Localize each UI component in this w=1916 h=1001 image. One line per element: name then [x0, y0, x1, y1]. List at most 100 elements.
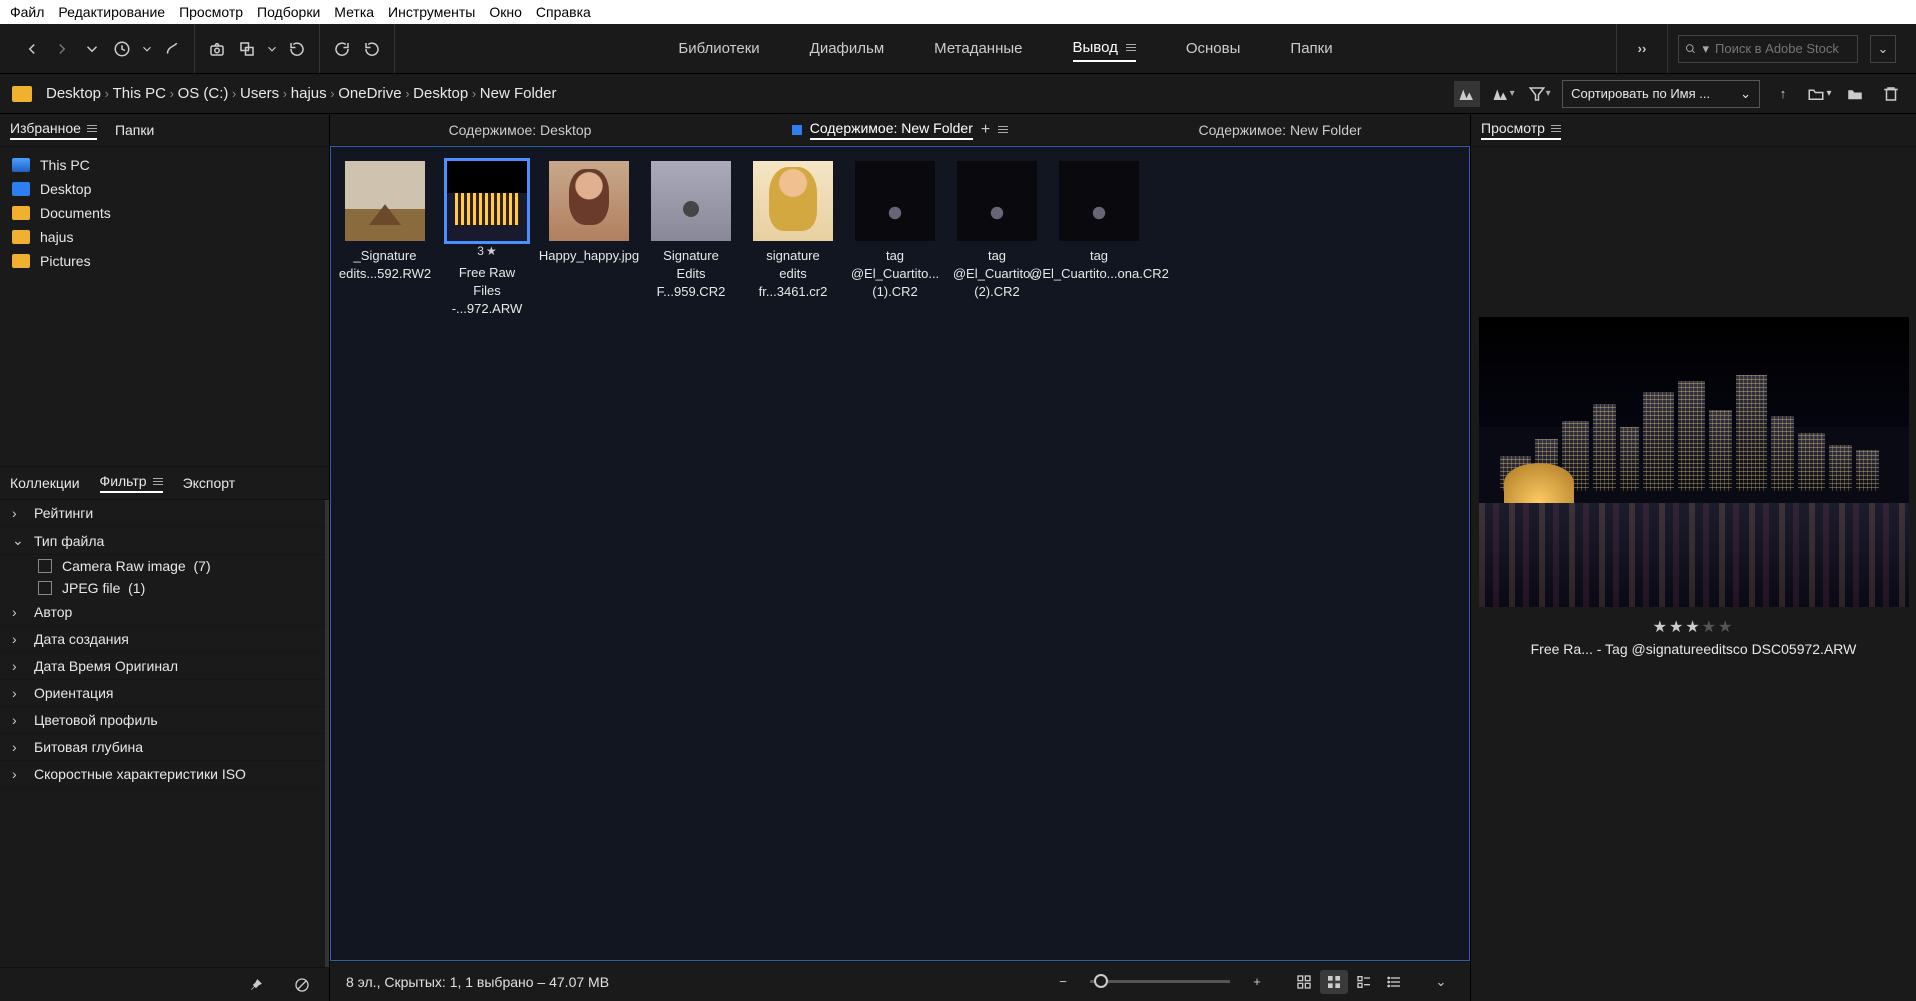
search-box[interactable]: ▾: [1678, 35, 1858, 63]
favorite-item[interactable]: Pictures: [0, 249, 329, 273]
tab-essentials[interactable]: Основы: [1186, 36, 1241, 61]
thumbnail-item[interactable]: tag @El_Cuartito... (2).CR2: [957, 161, 1037, 319]
filter-bit-depth[interactable]: ›Битовая глубина: [0, 734, 325, 761]
breadcrumb-item[interactable]: Desktop: [413, 85, 468, 102]
chevron-down-icon[interactable]: ⌄: [1428, 969, 1454, 995]
histogram-icon[interactable]: [1454, 81, 1480, 107]
menu-item[interactable]: Подборки: [257, 4, 320, 20]
thumbnail-image[interactable]: [447, 161, 527, 241]
filter-author[interactable]: ›Автор: [0, 599, 325, 626]
breadcrumb-item[interactable]: hajus: [291, 85, 327, 102]
tab-preview[interactable]: Просмотр: [1481, 120, 1561, 140]
add-tab-icon[interactable]: +: [981, 121, 990, 139]
breadcrumb-item[interactable]: This PC: [113, 85, 166, 102]
tab-filter[interactable]: Фильтр: [100, 473, 163, 493]
open-folder-icon[interactable]: [1842, 81, 1868, 107]
zoom-slider[interactable]: [1090, 980, 1230, 983]
forward-icon[interactable]: [50, 37, 74, 61]
tab-favorites[interactable]: Избранное: [10, 120, 97, 140]
content-tab-newfolder2[interactable]: Содержимое: New Folder: [1090, 114, 1470, 145]
tab-folders[interactable]: Папки: [1290, 36, 1332, 61]
content-tab-desktop[interactable]: Содержимое: Desktop: [330, 114, 710, 145]
favorite-item[interactable]: Desktop: [0, 177, 329, 201]
tab-collections[interactable]: Коллекции: [10, 475, 80, 491]
thumbnail-image[interactable]: [855, 161, 935, 241]
search-input[interactable]: [1715, 41, 1851, 56]
filter-filetype-item[interactable]: JPEG file (1): [0, 577, 325, 599]
menu-item[interactable]: Окно: [489, 4, 522, 20]
back-icon[interactable]: [20, 37, 44, 61]
chevron-down-icon[interactable]: [265, 37, 279, 61]
boomerang-icon[interactable]: [160, 37, 184, 61]
filter-date-created[interactable]: ›Дата создания: [0, 626, 325, 653]
menu-item[interactable]: Редактирование: [58, 4, 165, 20]
menu-icon[interactable]: [153, 478, 163, 485]
menu-icon[interactable]: [998, 126, 1008, 133]
thumbnail-item[interactable]: Happy_happy.jpg: [549, 161, 629, 319]
thumbnail-item[interactable]: signature edits fr...3461.cr2: [753, 161, 833, 319]
thumbnail-image[interactable]: [957, 161, 1037, 241]
pin-icon[interactable]: [243, 972, 269, 998]
thumbnail-item[interactable]: tag @El_Cuartito...ona.CR2: [1059, 161, 1139, 319]
filter-orientation[interactable]: ›Ориентация: [0, 680, 325, 707]
favorite-item[interactable]: Documents: [0, 201, 329, 225]
checkbox-icon[interactable]: [38, 581, 52, 595]
view-list-icon[interactable]: [1380, 970, 1408, 994]
tab-output[interactable]: Вывод: [1073, 35, 1136, 62]
chevron-down-icon[interactable]: [140, 37, 154, 61]
filter-icon[interactable]: ▾: [1526, 81, 1552, 107]
thumbnail-item[interactable]: tag @El_Cuartito... (1).CR2: [855, 161, 935, 319]
history-icon[interactable]: [110, 37, 134, 61]
rotate-icon[interactable]: [285, 37, 309, 61]
breadcrumb-item[interactable]: Desktop: [46, 85, 101, 102]
breadcrumb-item[interactable]: OneDrive: [338, 85, 401, 102]
tab-libraries[interactable]: Библиотеки: [678, 36, 759, 61]
tab-folders-left[interactable]: Папки: [115, 122, 154, 138]
filter-filetype[interactable]: ⌄Тип файла: [0, 527, 325, 555]
thumbnail-image[interactable]: [345, 161, 425, 241]
cancel-icon[interactable]: [289, 972, 315, 998]
trash-icon[interactable]: [1878, 81, 1904, 107]
thumbnail-image[interactable]: [753, 161, 833, 241]
zoom-out-icon[interactable]: −: [1050, 969, 1076, 995]
breadcrumb-item[interactable]: OS (C:): [178, 85, 229, 102]
tab-export[interactable]: Экспорт: [183, 475, 236, 491]
filter-iso[interactable]: ›Скоростные характеристики ISO: [0, 761, 325, 788]
thumbnail-item[interactable]: Signature Edits F...959.CR2: [651, 161, 731, 319]
search-dropdown[interactable]: ⌄: [1870, 35, 1896, 63]
new-folder-icon[interactable]: ▾: [1806, 81, 1832, 107]
checkbox-icon[interactable]: [38, 559, 52, 573]
filter-filetype-item[interactable]: Camera Raw image (7): [0, 555, 325, 577]
thumbnail-image[interactable]: [651, 161, 731, 241]
view-details-icon[interactable]: [1350, 970, 1378, 994]
menu-icon[interactable]: [87, 125, 97, 132]
view-grid-icon[interactable]: [1290, 970, 1318, 994]
thumbnail-item[interactable]: _Signature edits...592.RW2: [345, 161, 425, 319]
rotate-cw-icon[interactable]: [360, 37, 384, 61]
menu-item[interactable]: Просмотр: [179, 4, 243, 20]
thumbnail-item[interactable]: 3 ★ Free Raw Files -...972.ARW: [447, 161, 527, 319]
filter-ratings[interactable]: ›Рейтинги: [0, 500, 325, 527]
expand-icon[interactable]: ››: [1627, 34, 1657, 64]
filter-date-original[interactable]: ›Дата Время Оригинал: [0, 653, 325, 680]
sort-select[interactable]: Сортировать по Имя ...⌄: [1562, 80, 1760, 108]
breadcrumb-item[interactable]: Users: [240, 85, 279, 102]
thumbnail-image[interactable]: [1059, 161, 1139, 241]
thumbnail-image[interactable]: [549, 161, 629, 241]
filter-color-profile[interactable]: ›Цветовой профиль: [0, 707, 325, 734]
zoom-in-icon[interactable]: +: [1244, 969, 1270, 995]
breadcrumb-item[interactable]: New Folder: [480, 85, 557, 102]
tab-metadata[interactable]: Метаданные: [934, 36, 1022, 61]
menu-item[interactable]: Метка: [334, 4, 374, 20]
chevron-down-icon[interactable]: [80, 37, 104, 61]
menu-icon[interactable]: [1126, 44, 1136, 51]
menu-item[interactable]: Справка: [536, 4, 591, 20]
rotate-ccw-icon[interactable]: [330, 37, 354, 61]
menu-icon[interactable]: [1551, 125, 1561, 132]
content-tab-newfolder[interactable]: Содержимое: New Folder +: [710, 114, 1090, 145]
sort-asc-icon[interactable]: ↑: [1770, 81, 1796, 107]
favorite-item[interactable]: hajus: [0, 225, 329, 249]
favorite-item[interactable]: This PC: [0, 153, 329, 177]
tab-filmstrip[interactable]: Диафильм: [810, 36, 884, 61]
camera-import-icon[interactable]: [205, 37, 229, 61]
